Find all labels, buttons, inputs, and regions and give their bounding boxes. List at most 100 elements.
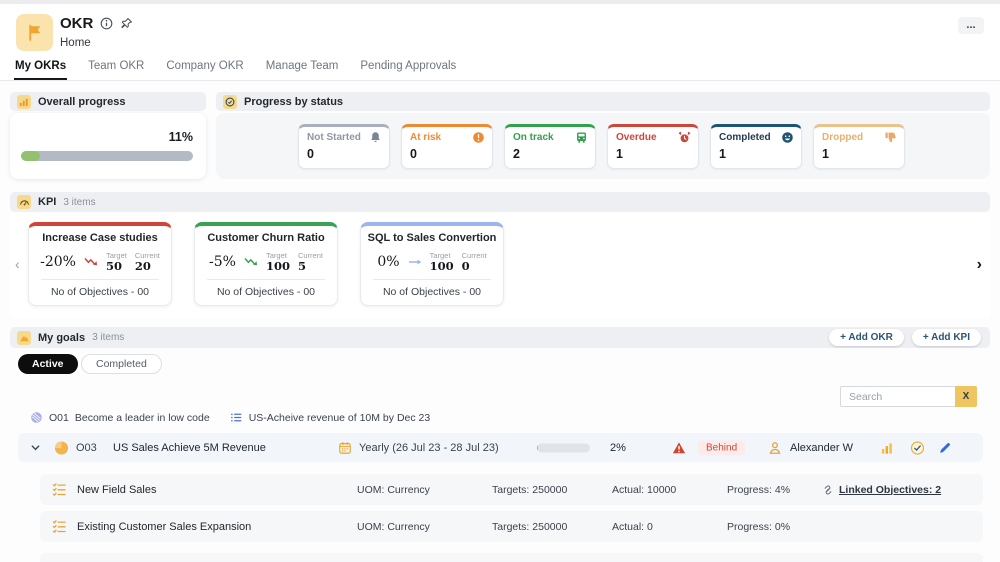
tab-pending-approvals[interactable]: Pending Approvals (359, 54, 457, 80)
okr-title[interactable]: US Sales Achieve 5M Revenue (113, 442, 266, 454)
my-goals-section-header: My goals 3 items + Add OKR + Add KPI (10, 327, 990, 348)
person-icon (768, 441, 782, 455)
add-okr-button[interactable]: + Add OKR (829, 329, 904, 346)
more-options-button[interactable]: ... (958, 17, 984, 34)
alarm-clock-icon (678, 131, 691, 144)
kpi-percent: 0% (377, 254, 399, 270)
list-icon (230, 411, 243, 424)
tab-team-okr[interactable]: Team OKR (87, 54, 145, 80)
bar-chart-icon (17, 95, 31, 109)
linked-objectives[interactable]: Linked Objectives: 2 (822, 484, 941, 496)
flag-icon (25, 23, 44, 42)
okr-dashboard: OKR Home ... My OKRs Team OKR Company OK… (0, 0, 1000, 562)
okr-row[interactable]: O03 US Sales Achieve 5M Revenue Yearly (… (18, 433, 983, 462)
filter-completed-pill[interactable]: Completed (81, 354, 162, 374)
pin-icon[interactable] (120, 17, 133, 30)
kpi-title: KPI (38, 196, 56, 208)
kpi-card-sql-to-sales-convertion[interactable]: SQL to Sales Convertion 0% Target 100 Cu… (360, 222, 504, 306)
overall-progress-bar (21, 151, 193, 161)
checklist-icon (52, 519, 67, 534)
kpi-card-customer-churn-ratio[interactable]: Customer Churn Ratio -5% Target 100 Curr… (194, 222, 338, 306)
progress-by-status-title: Progress by status (244, 96, 343, 108)
status-card-at-risk[interactable]: At risk 0 (401, 124, 493, 169)
key-result-progress: Progress: 0% (727, 521, 822, 533)
overall-progress-card: 11% (10, 113, 206, 179)
gauge-icon (17, 195, 31, 209)
warning-icon (672, 441, 686, 455)
kpi-card-title: Customer Churn Ratio (195, 232, 337, 244)
key-result-targets: Targets: 250000 (492, 521, 612, 533)
status-label: At risk (410, 132, 441, 143)
status-card-completed[interactable]: Completed 1 (710, 124, 802, 169)
status-label: Not Started (307, 132, 361, 143)
overall-progress-percent: 11% (169, 130, 193, 144)
edit-pencil-icon[interactable] (938, 441, 952, 455)
search-input[interactable] (841, 388, 955, 407)
key-result-row[interactable]: New Field Sales UOM: Currency Targets: 2… (40, 474, 983, 505)
app-header: OKR Home ... (0, 4, 1000, 54)
okr-progress-bar (537, 443, 590, 452)
kpi-target-value: 100 (430, 260, 454, 273)
key-result-actual: Actual: 0 (612, 521, 727, 533)
link-icon (822, 484, 834, 496)
carousel-prev-icon[interactable]: ‹ (15, 256, 20, 272)
status-label: Completed (719, 132, 771, 143)
objective-icon (54, 440, 69, 455)
key-result-row[interactable]: Existing Customer Sales Expansion UOM: C… (40, 511, 983, 542)
status-card-not-started[interactable]: Not Started 0 (298, 124, 390, 169)
status-cards-container: Not Started 0 At risk 0 On t (216, 113, 990, 179)
progress-by-status-header: Progress by status (216, 92, 990, 111)
breadcrumb-home: Home (60, 37, 91, 49)
parent-goal-id[interactable]: O01 (49, 412, 69, 424)
checklist-icon (52, 482, 67, 497)
kpi-current-value: 5 (298, 260, 306, 273)
kpi-percent: -5% (209, 254, 236, 270)
calendar-icon (338, 441, 352, 455)
kpi-card-increase-case-studies[interactable]: Increase Case studies -20% Target 50 Cur… (28, 222, 172, 306)
add-kpi-button[interactable]: + Add KPI (912, 329, 981, 346)
status-card-overdue[interactable]: Overdue 1 (607, 124, 699, 169)
okr-owner[interactable]: Alexander W (790, 442, 853, 454)
parent-goal-label[interactable]: Become a leader in low code (75, 412, 210, 424)
trend-down-icon (244, 256, 258, 268)
kpi-objectives-count: No of Objectives - 00 (195, 286, 337, 298)
smiley-icon (781, 131, 794, 144)
parent-kr-label[interactable]: US-Acheive revenue of 10M by Dec 23 (249, 412, 431, 424)
trend-flat-icon (408, 256, 422, 268)
key-result-row-partial[interactable] (40, 553, 983, 562)
kpi-items-count: 3 items (63, 197, 95, 208)
kpi-percent: -20% (40, 254, 76, 270)
info-icon[interactable] (100, 17, 113, 30)
okr-period: Yearly (26 Jul 23 - 28 Jul 23) (359, 442, 499, 454)
search-clear-button[interactable]: X (955, 386, 977, 407)
status-label: Dropped (822, 132, 863, 143)
tab-manage-team[interactable]: Manage Team (265, 54, 340, 80)
carousel-next-icon[interactable]: › (977, 256, 982, 274)
progress-by-status-panel: Progress by status Not Started 0 At risk (216, 92, 990, 179)
check-circle-action-icon[interactable] (910, 440, 925, 455)
key-result-uom: UOM: Currency (357, 521, 492, 533)
overall-progress-panel: Overall progress 11% (10, 92, 206, 179)
status-card-dropped[interactable]: Dropped 1 (813, 124, 905, 169)
trend-down-icon (84, 256, 98, 268)
check-circle-icon (223, 95, 237, 109)
status-count: 2 (513, 147, 588, 161)
status-count: 0 (410, 147, 485, 161)
bell-icon (369, 131, 382, 144)
alert-icon (472, 131, 485, 144)
tab-my-okrs[interactable]: My OKRs (14, 54, 67, 80)
status-count: 1 (616, 147, 691, 161)
kpi-carousel: ‹ Increase Case studies -20% Target 50 C… (10, 212, 990, 318)
chart-action-icon[interactable] (880, 440, 895, 455)
chevron-down-icon[interactable] (30, 442, 41, 453)
tab-company-okr[interactable]: Company OKR (165, 54, 244, 80)
kpi-target-value: 100 (266, 260, 290, 273)
okr-progress-percent: 2% (610, 442, 626, 454)
status-card-on-track[interactable]: On track 2 (504, 124, 596, 169)
kpi-card-title: SQL to Sales Convertion (361, 232, 503, 244)
okr-id: O03 (76, 442, 97, 454)
filter-active-pill[interactable]: Active (18, 354, 78, 374)
linked-objectives-label[interactable]: Linked Objectives: 2 (839, 484, 941, 496)
app-logo (16, 14, 53, 51)
status-label: On track (513, 132, 554, 143)
